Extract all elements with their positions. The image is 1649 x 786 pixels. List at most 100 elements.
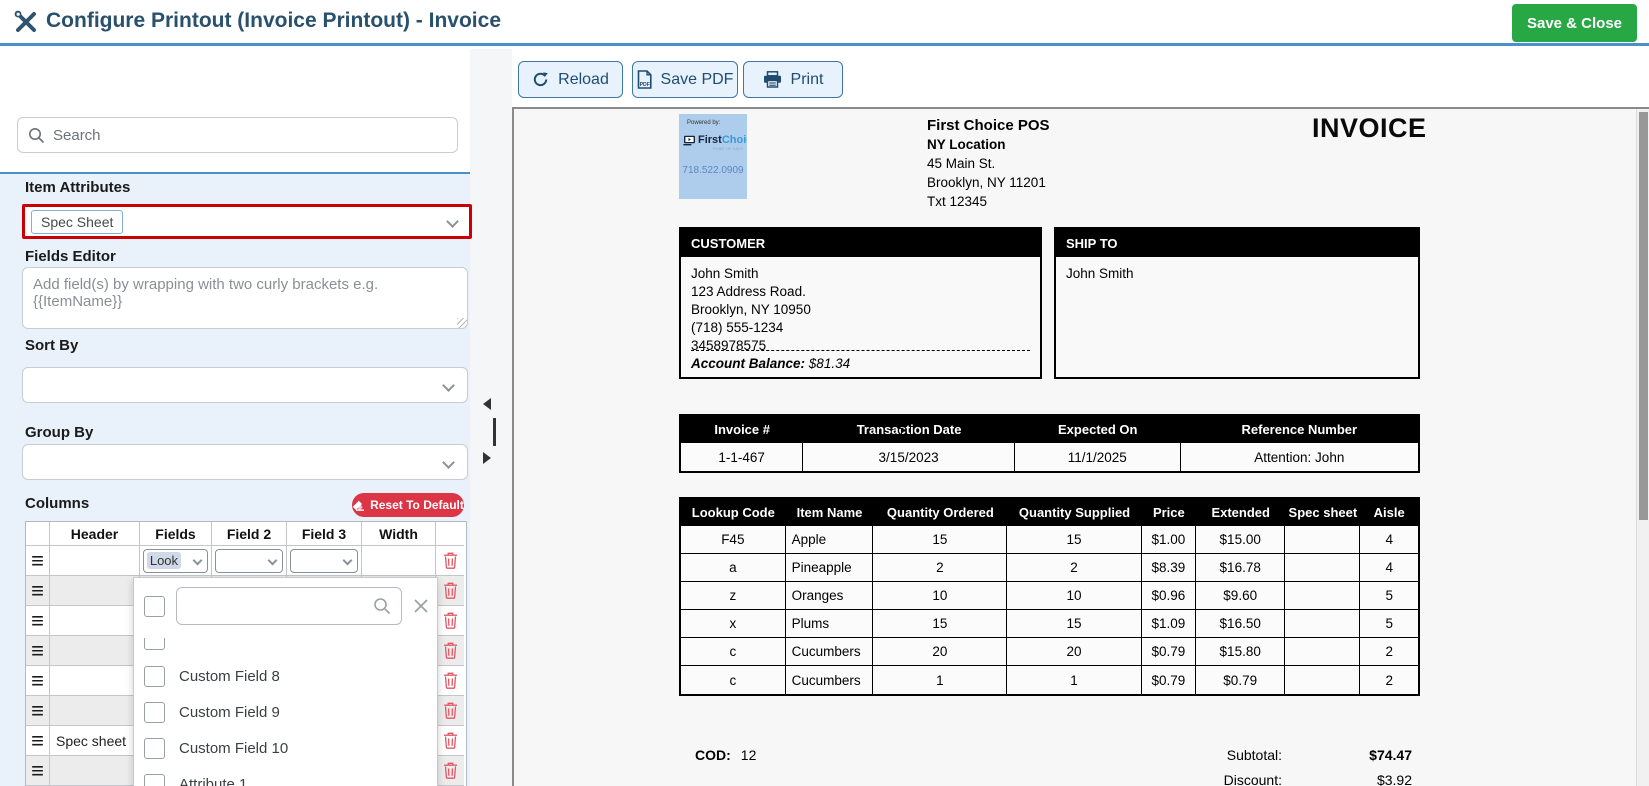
item-cell: $0.79	[1142, 666, 1197, 694]
invoice-preview-pane: Powered by: FirstChoice POINT OF SALE 71…	[512, 107, 1649, 786]
item-cell	[1285, 554, 1360, 581]
search-input[interactable]	[53, 127, 447, 144]
field2-select[interactable]	[215, 549, 283, 573]
group-by-select[interactable]	[22, 444, 468, 480]
search-box[interactable]	[17, 117, 458, 153]
ship-to-box-header: SHIP TO	[1056, 229, 1418, 257]
delete-row-button[interactable]	[443, 552, 458, 569]
columns-label: Columns	[25, 495, 89, 512]
item-attributes-label: Item Attributes	[25, 179, 130, 196]
drag-handle-icon[interactable]: ≡	[31, 735, 44, 747]
drag-handle-icon[interactable]: ≡	[31, 675, 44, 687]
item-cell	[1285, 582, 1360, 609]
panel-splitter[interactable]	[470, 49, 512, 786]
invoice-number-header: Invoice #	[681, 416, 803, 443]
fields-selected-tag[interactable]: Look	[147, 552, 181, 569]
company-logo: Powered by: FirstChoice POINT OF SALE 71…	[679, 114, 747, 199]
field3-column-header: Field 3	[287, 522, 362, 546]
ship-to-address: John Smith	[1056, 257, 1418, 291]
preview-scrollbar-thumb[interactable]	[1639, 112, 1648, 520]
header-cell[interactable]	[50, 606, 140, 636]
delete-row-button[interactable]	[443, 642, 458, 659]
item-cell: 10	[1007, 582, 1141, 609]
option-checkbox[interactable]	[144, 702, 165, 723]
reset-to-default-button[interactable]: Reset To Default	[352, 493, 464, 517]
field2-column-header: Field 2	[212, 522, 287, 546]
item-cell: $0.96	[1142, 582, 1197, 609]
save-pdf-label: Save PDF	[661, 71, 734, 89]
option-checkbox[interactable]	[144, 774, 165, 786]
splitter-handle[interactable]	[493, 418, 496, 446]
option-checkbox[interactable]	[144, 666, 165, 687]
item-cell: $1.09	[1142, 610, 1197, 637]
delete-row-button[interactable]	[443, 732, 458, 749]
logo-phone-number: 718.522.0909	[679, 165, 747, 176]
dropdown-search-input[interactable]	[187, 598, 373, 614]
delete-row-button[interactable]	[443, 702, 458, 719]
delete-row-button[interactable]	[443, 582, 458, 599]
company-address-line: First Choice POS	[927, 116, 1050, 135]
reload-button[interactable]: Reload	[518, 61, 623, 98]
item-cell: Apple	[786, 526, 874, 553]
drag-handle-icon[interactable]: ≡	[31, 585, 44, 597]
item-cell: F45	[681, 526, 786, 553]
chevron-down-icon	[442, 456, 455, 469]
items-table-row: cCucumbers2020$0.79$15.802	[681, 638, 1418, 666]
items-column-header: Lookup Code	[681, 499, 786, 526]
item-cell: Plums	[786, 610, 874, 637]
dropdown-option-label: Attribute 1	[179, 776, 247, 786]
totals-value: $74.47	[1282, 747, 1412, 763]
item-cell: 15	[1007, 610, 1141, 637]
item-attributes-selected-tag[interactable]: Spec Sheet	[31, 210, 123, 234]
item-cell: 2	[1007, 554, 1141, 581]
ship-to-line: John Smith	[1066, 265, 1408, 283]
delete-row-button[interactable]	[443, 672, 458, 689]
header-cell[interactable]	[50, 576, 140, 606]
drag-handle-icon[interactable]: ≡	[31, 555, 44, 567]
delete-row-button[interactable]	[443, 612, 458, 629]
collapse-right-icon[interactable]	[483, 452, 491, 464]
item-cell: 20	[1007, 638, 1141, 665]
header-cell[interactable]	[50, 636, 140, 666]
columns-table-row: ≡ Look	[26, 546, 466, 576]
item-cell: Oranges	[786, 582, 874, 609]
search-icon	[28, 127, 45, 144]
header-cell[interactable]	[50, 756, 140, 786]
item-cell: 15	[1007, 526, 1141, 553]
dropdown-option[interactable]: Attribute 1	[144, 766, 423, 786]
item-attributes-select[interactable]: Spec Sheet	[22, 204, 472, 239]
sort-by-select[interactable]	[22, 367, 468, 403]
preview-scrollbar[interactable]	[1636, 109, 1649, 786]
delete-row-button[interactable]	[443, 762, 458, 779]
header-cell[interactable]	[50, 696, 140, 726]
fields-editor-textarea[interactable]	[22, 267, 468, 329]
dropdown-search-box[interactable]	[176, 587, 402, 625]
option-checkbox[interactable]	[144, 738, 165, 759]
drag-handle-icon[interactable]: ≡	[31, 705, 44, 717]
dropdown-option[interactable]: Custom Field 8	[144, 658, 423, 694]
clear-search-icon[interactable]	[413, 598, 429, 614]
print-button[interactable]: Print	[743, 61, 843, 98]
save-and-close-button[interactable]: Save & Close	[1512, 4, 1637, 42]
partially-visible-option-checkbox[interactable]	[144, 638, 165, 650]
width-cell[interactable]	[362, 546, 436, 576]
dropdown-option[interactable]: Custom Field 10	[144, 730, 423, 766]
drag-handle-icon[interactable]: ≡	[31, 645, 44, 657]
item-cell: Cucumbers	[786, 666, 874, 694]
collapse-left-icon[interactable]	[483, 398, 491, 410]
item-cell: $15.80	[1196, 638, 1285, 665]
drag-handle-icon[interactable]: ≡	[31, 765, 44, 777]
item-cell	[1285, 610, 1360, 637]
save-pdf-button[interactable]: PDF Save PDF	[632, 61, 738, 98]
select-all-checkbox[interactable]	[144, 596, 165, 617]
columns-table-header-row: Header Fields Field 2 Field 3 Width	[26, 522, 466, 546]
field3-select[interactable]	[290, 549, 358, 573]
fields-select[interactable]: Look	[143, 549, 208, 573]
header-cell[interactable]	[50, 546, 140, 576]
dropdown-option[interactable]: Custom Field 9	[144, 694, 423, 730]
customer-address-line: Brooklyn, NY 10950	[691, 301, 1030, 319]
header-cell[interactable]	[50, 666, 140, 696]
configure-printout-window: Configure Printout (Invoice Printout) - …	[0, 0, 1649, 786]
drag-handle-icon[interactable]: ≡	[31, 615, 44, 627]
header-cell[interactable]: Spec sheet	[50, 726, 140, 756]
